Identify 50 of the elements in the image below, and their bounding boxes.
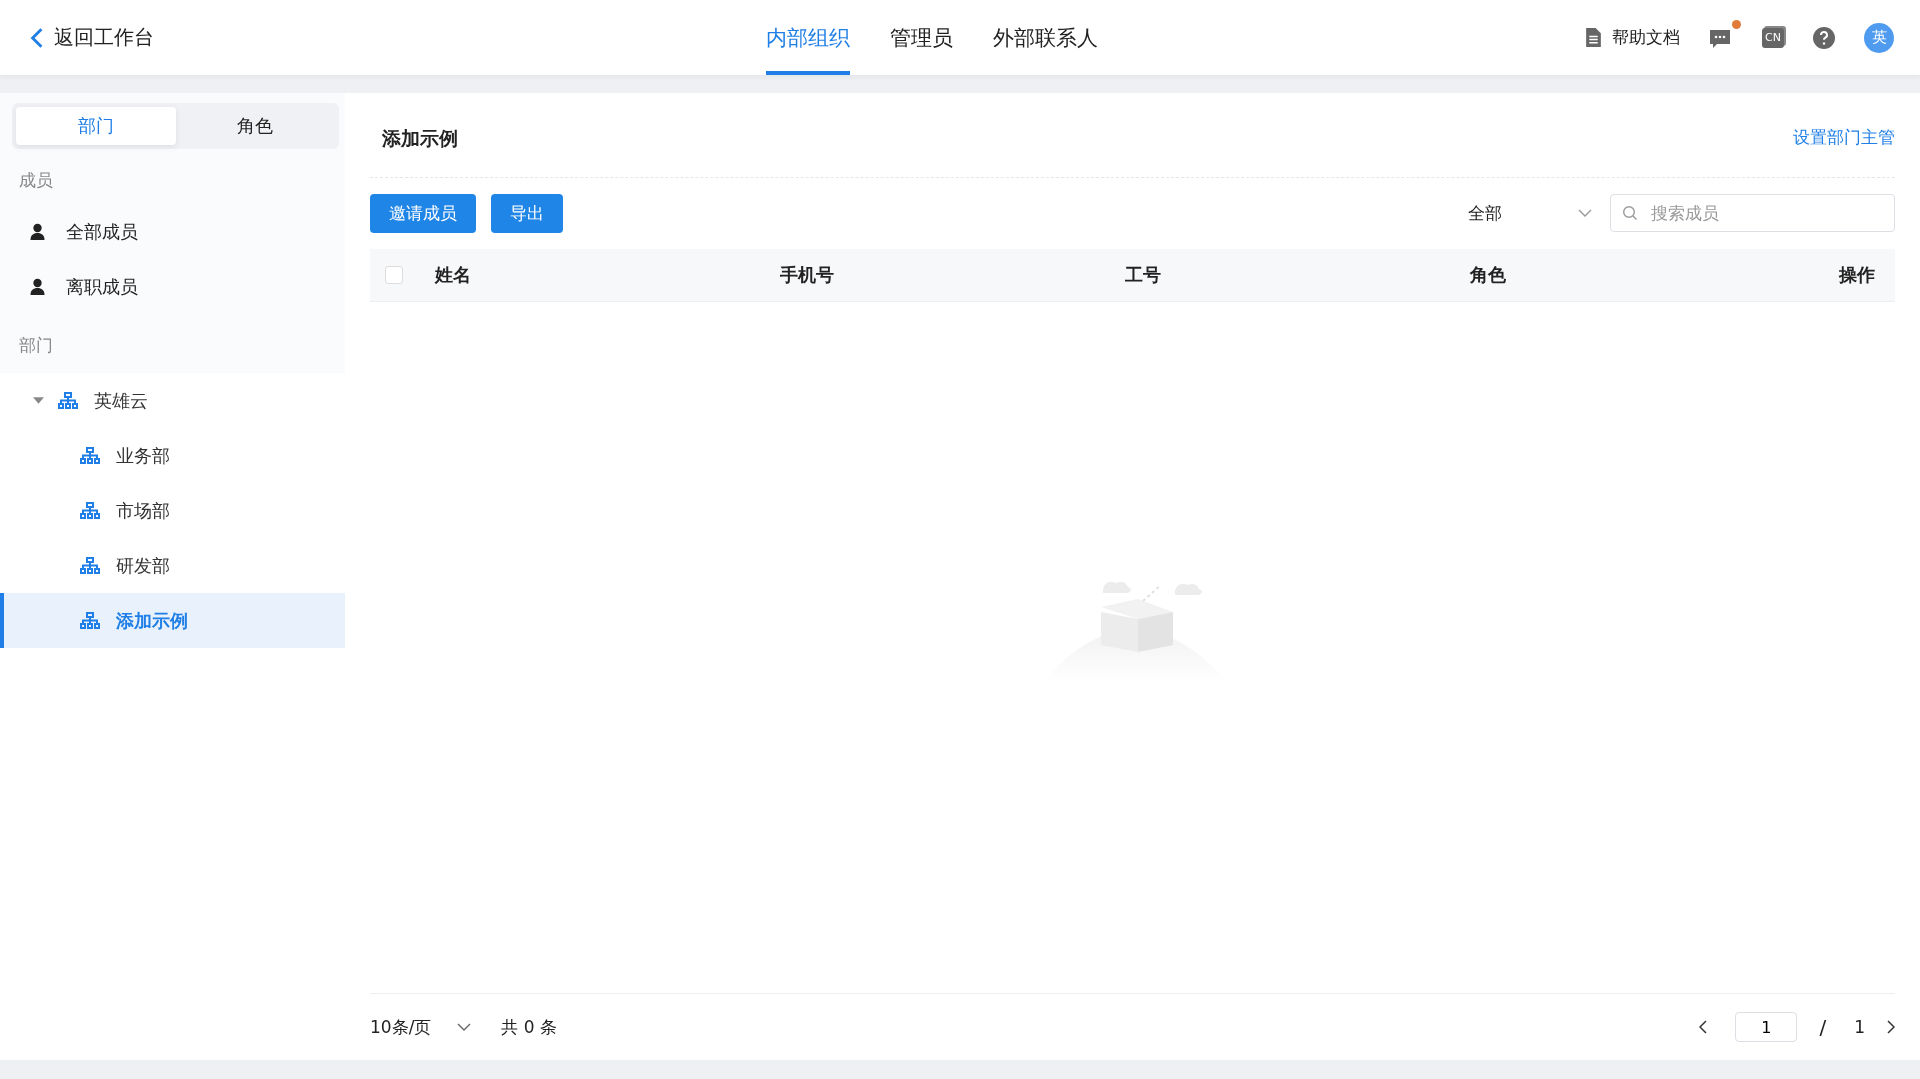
chevron-left-icon[interactable] xyxy=(1699,1020,1708,1034)
section-title: 成员 xyxy=(18,169,54,192)
sidebar-tab[interactable]: 角色 xyxy=(175,107,335,145)
tree-item[interactable]: 添加示例 xyxy=(0,593,345,648)
tree-item[interactable]: 英雄云 xyxy=(0,373,345,428)
nav-tab[interactable]: 外部联系人 xyxy=(993,0,1098,75)
chevron-down-icon xyxy=(1578,209,1592,217)
org-chart-icon xyxy=(80,501,100,520)
sidebar-tab[interactable]: 部门 xyxy=(16,107,176,145)
chevron-down-icon xyxy=(457,1023,472,1031)
help-icon[interactable] xyxy=(1812,25,1836,50)
tree-item[interactable]: 业务部 xyxy=(0,428,345,483)
column-header: 姓名 xyxy=(435,263,472,287)
nav-tab[interactable]: 管理员 xyxy=(890,0,953,75)
page-size-dropdown[interactable]: 10条/页 xyxy=(370,1015,472,1039)
chevron-left-icon xyxy=(30,26,44,49)
document-icon xyxy=(1585,27,1602,48)
org-chart-icon xyxy=(58,391,78,410)
filter-dropdown[interactable]: 全部 xyxy=(1468,201,1595,225)
section-title: 部门 xyxy=(18,334,54,357)
back-link[interactable]: 返回工作台 xyxy=(30,24,154,51)
select-all-checkbox[interactable] xyxy=(385,266,403,284)
total-count: 共 0 条 xyxy=(501,1015,557,1039)
language-toggle[interactable]: CN xyxy=(1762,27,1784,48)
chevron-right-icon[interactable] xyxy=(1887,1020,1895,1034)
page-input[interactable]: 1 xyxy=(1735,1012,1798,1042)
org-chart-icon xyxy=(80,611,100,630)
person-icon xyxy=(29,222,46,241)
column-header: 工号 xyxy=(1125,263,1162,287)
person-icon xyxy=(29,277,46,296)
org-chart-icon xyxy=(80,446,100,465)
help-docs-link[interactable]: 帮助文档 xyxy=(1585,26,1680,49)
tree-item[interactable]: 市场部 xyxy=(0,483,345,538)
department-title: 添加示例 xyxy=(382,126,458,151)
page-separator: / xyxy=(1819,1015,1827,1039)
org-chart-icon xyxy=(80,556,100,575)
column-header: 角色 xyxy=(1470,263,1507,287)
sidebar-item[interactable]: 全部成员 xyxy=(0,204,345,259)
tree-item[interactable]: 研发部 xyxy=(0,538,345,593)
search-icon xyxy=(1622,205,1638,221)
sidebar-item[interactable]: 离职成员 xyxy=(0,259,345,314)
caret-icon xyxy=(32,394,45,407)
action-button[interactable]: 导出 xyxy=(491,193,563,233)
column-header: 手机号 xyxy=(780,263,835,287)
set-manager-link[interactable]: 设置部门主管 xyxy=(1793,125,1895,149)
action-button[interactable]: 邀请成员 xyxy=(370,193,476,233)
search-field[interactable]: 搜索成员 xyxy=(1610,194,1895,232)
column-header: 操作 xyxy=(1838,263,1876,287)
nav-tab[interactable]: 内部组织 xyxy=(766,0,850,75)
page-count: 1 xyxy=(1854,1017,1865,1037)
